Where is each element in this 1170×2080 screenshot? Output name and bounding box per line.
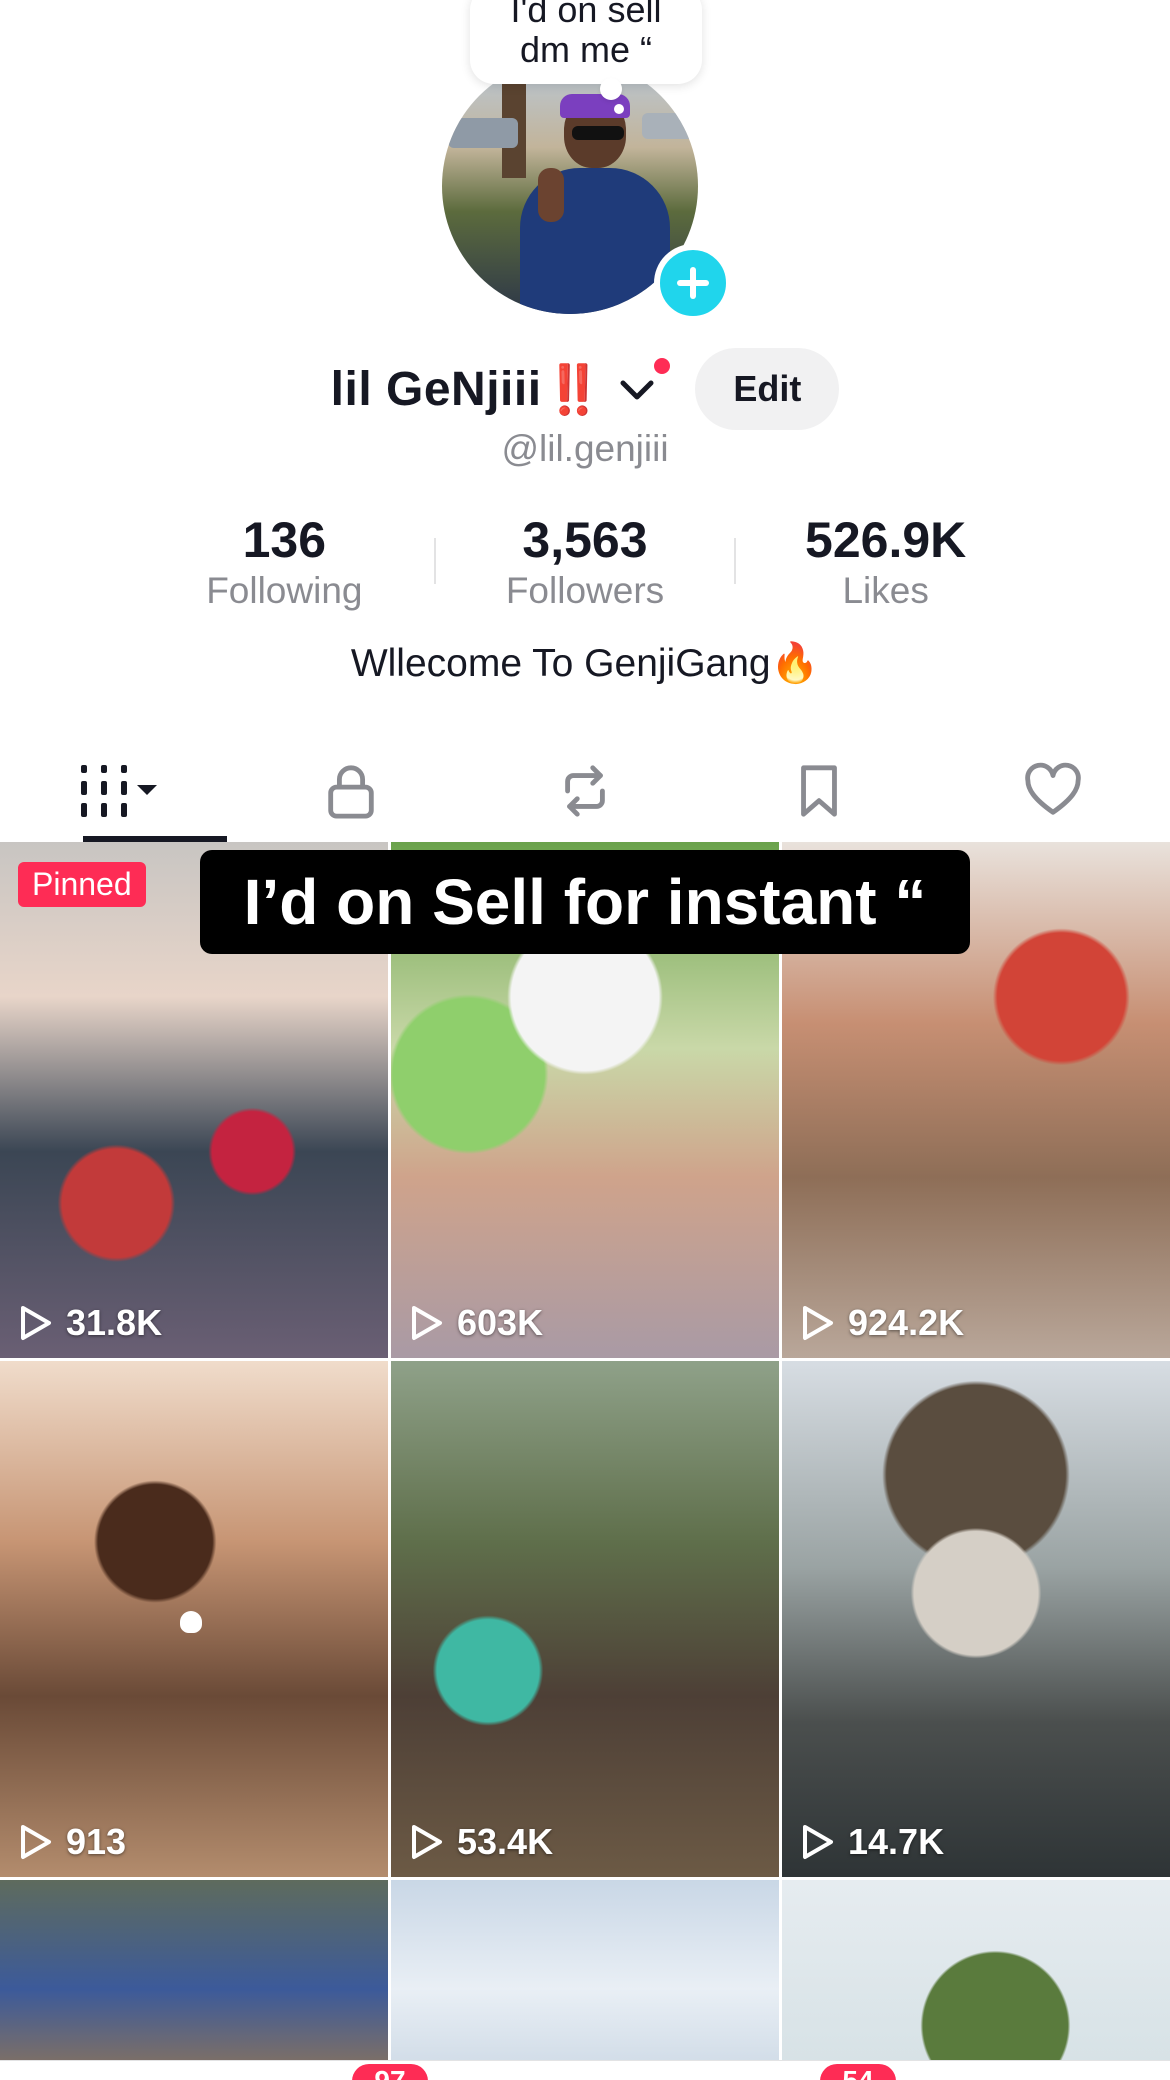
- display-name: lil GeNjiii: [330, 362, 542, 416]
- profile-note[interactable]: I'd on sell dm me “: [470, 0, 702, 84]
- stat-label: Followers: [505, 570, 665, 611]
- view-count-text: 913: [66, 1821, 127, 1862]
- pinned-badge: Pinned: [18, 862, 146, 907]
- name-emoji: ‼️: [543, 363, 604, 417]
- video-grid: Pinned 31.8K 603K 924.2K 913 53.4K 14.7K: [0, 842, 1170, 2062]
- view-count: 913: [18, 1821, 126, 1863]
- stat-value: 526.9K: [805, 512, 967, 568]
- note-tail-small: [614, 104, 624, 114]
- view-count: 31.8K: [18, 1302, 162, 1344]
- inbox-badge: 54: [820, 2064, 896, 2080]
- view-count: 603K: [409, 1302, 543, 1344]
- video-thumbnail[interactable]: 53.4K: [391, 1361, 779, 1877]
- edit-profile-button[interactable]: Edit: [695, 348, 840, 430]
- note-line-2: dm me “: [519, 29, 652, 70]
- account-switch-button[interactable]: [617, 355, 674, 409]
- fire-emoji: 🔥: [770, 642, 820, 685]
- avatar-container: [440, 58, 732, 322]
- bottom-nav: [0, 2060, 1170, 2080]
- bookmark-icon: [801, 765, 837, 817]
- tab-videos[interactable]: [0, 740, 234, 842]
- notification-badge: 97: [352, 2064, 428, 2080]
- stats-row: 136 Following 3,563 Followers 526.9K Lik…: [135, 512, 1035, 614]
- tab-private[interactable]: [234, 740, 468, 842]
- view-count: 924.2K: [800, 1302, 964, 1344]
- username: @lil.genjiii: [501, 428, 669, 469]
- view-count-text: 53.4K: [457, 1821, 554, 1862]
- play-icon: [412, 1306, 442, 1340]
- note-line-1: I'd on sell: [510, 0, 662, 30]
- name-row: lil GeNjiii ‼️ Edit: [0, 348, 1170, 430]
- add-story-button[interactable]: [654, 244, 732, 322]
- top-right-icons: [900, 0, 1130, 2]
- video-thumbnail[interactable]: 913: [0, 1361, 388, 1877]
- video-thumbnail[interactable]: [391, 1880, 779, 2062]
- skull-icon: [180, 1611, 202, 1633]
- tab-saved[interactable]: [702, 740, 936, 842]
- video-thumbnail[interactable]: [0, 1880, 388, 2062]
- stat-following[interactable]: 136 Following: [135, 512, 434, 614]
- view-count-text: 31.8K: [66, 1302, 163, 1343]
- view-count-text: 603K: [457, 1302, 544, 1343]
- stat-likes[interactable]: 526.9K Likes: [736, 512, 1035, 614]
- play-icon: [803, 1825, 833, 1859]
- video-thumbnail[interactable]: 14.7K: [782, 1361, 1170, 1877]
- chevron-down-icon: [620, 380, 654, 400]
- play-icon: [21, 1306, 51, 1340]
- repost-icon: [565, 765, 605, 817]
- note-tail: [600, 78, 622, 100]
- heart-icon: [1025, 762, 1081, 815]
- grid-icon: [81, 765, 157, 817]
- view-count: 14.7K: [800, 1821, 944, 1863]
- stat-label: Following: [206, 570, 363, 611]
- stat-value: 136: [242, 512, 327, 568]
- bio-text: Wllecome To GenjiGang: [350, 642, 771, 685]
- view-count-text: 14.7K: [848, 1821, 945, 1862]
- video-thumbnail[interactable]: [782, 1880, 1170, 2062]
- play-icon: [412, 1825, 442, 1859]
- stat-followers[interactable]: 3,563 Followers: [436, 512, 735, 614]
- stat-value: 3,563: [522, 512, 648, 568]
- content-tabs: [0, 740, 1170, 842]
- caption-overlay: I’d on Sell for instant “: [200, 850, 970, 954]
- top-left-icon[interactable]: [40, 0, 110, 2]
- lock-icon: [328, 765, 374, 819]
- play-icon: [21, 1825, 51, 1859]
- tab-liked[interactable]: [936, 740, 1170, 842]
- tab-reposts[interactable]: [468, 740, 702, 842]
- bio[interactable]: Wllecome To GenjiGang🔥: [0, 640, 1170, 686]
- view-count: 53.4K: [409, 1821, 553, 1863]
- view-count-text: 924.2K: [848, 1302, 965, 1343]
- notification-dot: [651, 355, 674, 377]
- stat-label: Likes: [842, 570, 929, 611]
- play-icon: [803, 1306, 833, 1340]
